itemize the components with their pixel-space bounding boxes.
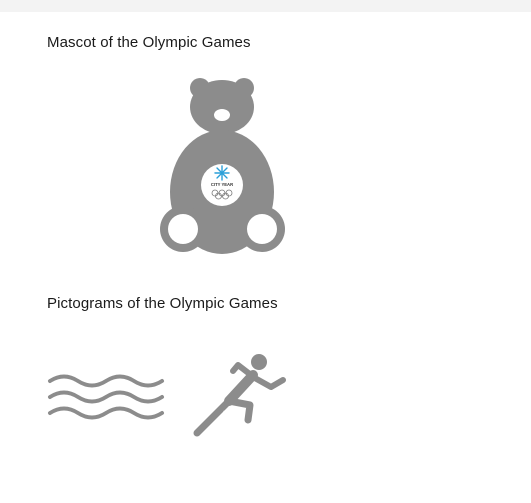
page: Mascot of the Olympic Games CITY YEAR Pi… [0,0,531,503]
mascot-section-title: Mascot of the Olympic Games [47,34,251,51]
badge-city-year-text: CITY YEAR [211,182,233,187]
top-bar [0,0,531,12]
swimming-waves-icon [48,374,164,420]
running-athlete-icon [193,354,286,437]
snowflake-icon [214,165,230,181]
teddy-bear-icon: CITY YEAR [160,78,285,254]
pictograms-section-title: Pictograms of the Olympic Games [47,295,278,312]
city-year-badge: CITY YEAR [201,164,243,206]
